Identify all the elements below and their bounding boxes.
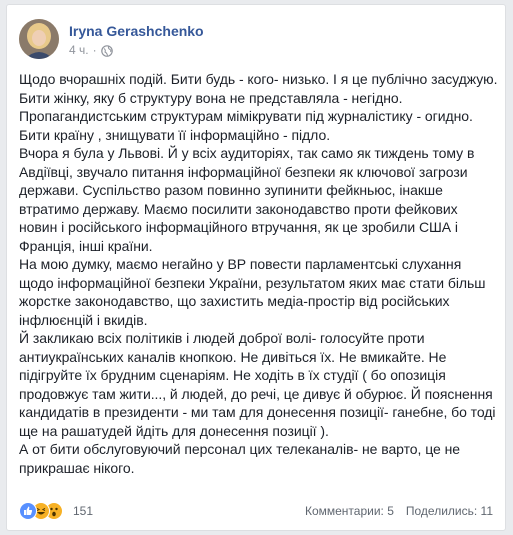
like-reaction-icon	[19, 502, 37, 520]
post-paragraph: Й закликаю всіх політиків і людей доброї…	[19, 330, 496, 439]
comments-count[interactable]: Комментарии: 5	[305, 504, 394, 518]
post-text: Щодо вчорашніх подій. Бити будь - кого- …	[19, 70, 499, 477]
post-card: Iryna Gerashchenko 4 ч. · Щодо вчорашніх …	[6, 4, 506, 531]
post-meta: 4 ч. ·	[69, 43, 113, 57]
author-name[interactable]: Iryna Gerashchenko	[69, 23, 204, 39]
meta-separator: ·	[92, 43, 97, 57]
post-stats: Комментарии: 5 Поделились: 11	[305, 504, 493, 518]
shares-count[interactable]: Поделились: 11	[406, 504, 493, 518]
post-paragraph: Щодо вчорашніх подій. Бити будь - кого- …	[19, 71, 498, 143]
post-paragraph: Вчора я була у Львові. Й у всіх аудиторі…	[19, 145, 475, 254]
globe-icon	[100, 45, 113, 57]
post-paragraph: А от бити обслуговуючий персонал цих тел…	[19, 441, 461, 476]
post-paragraph: На мою думку, маємо негайно у ВР повести…	[19, 256, 486, 328]
reactions-count[interactable]: 151	[73, 504, 93, 518]
post-time[interactable]: 4 ч.	[69, 43, 89, 57]
author-avatar[interactable]	[19, 19, 59, 59]
post-footer: 151 Комментарии: 5 Поделились: 11	[19, 499, 493, 521]
